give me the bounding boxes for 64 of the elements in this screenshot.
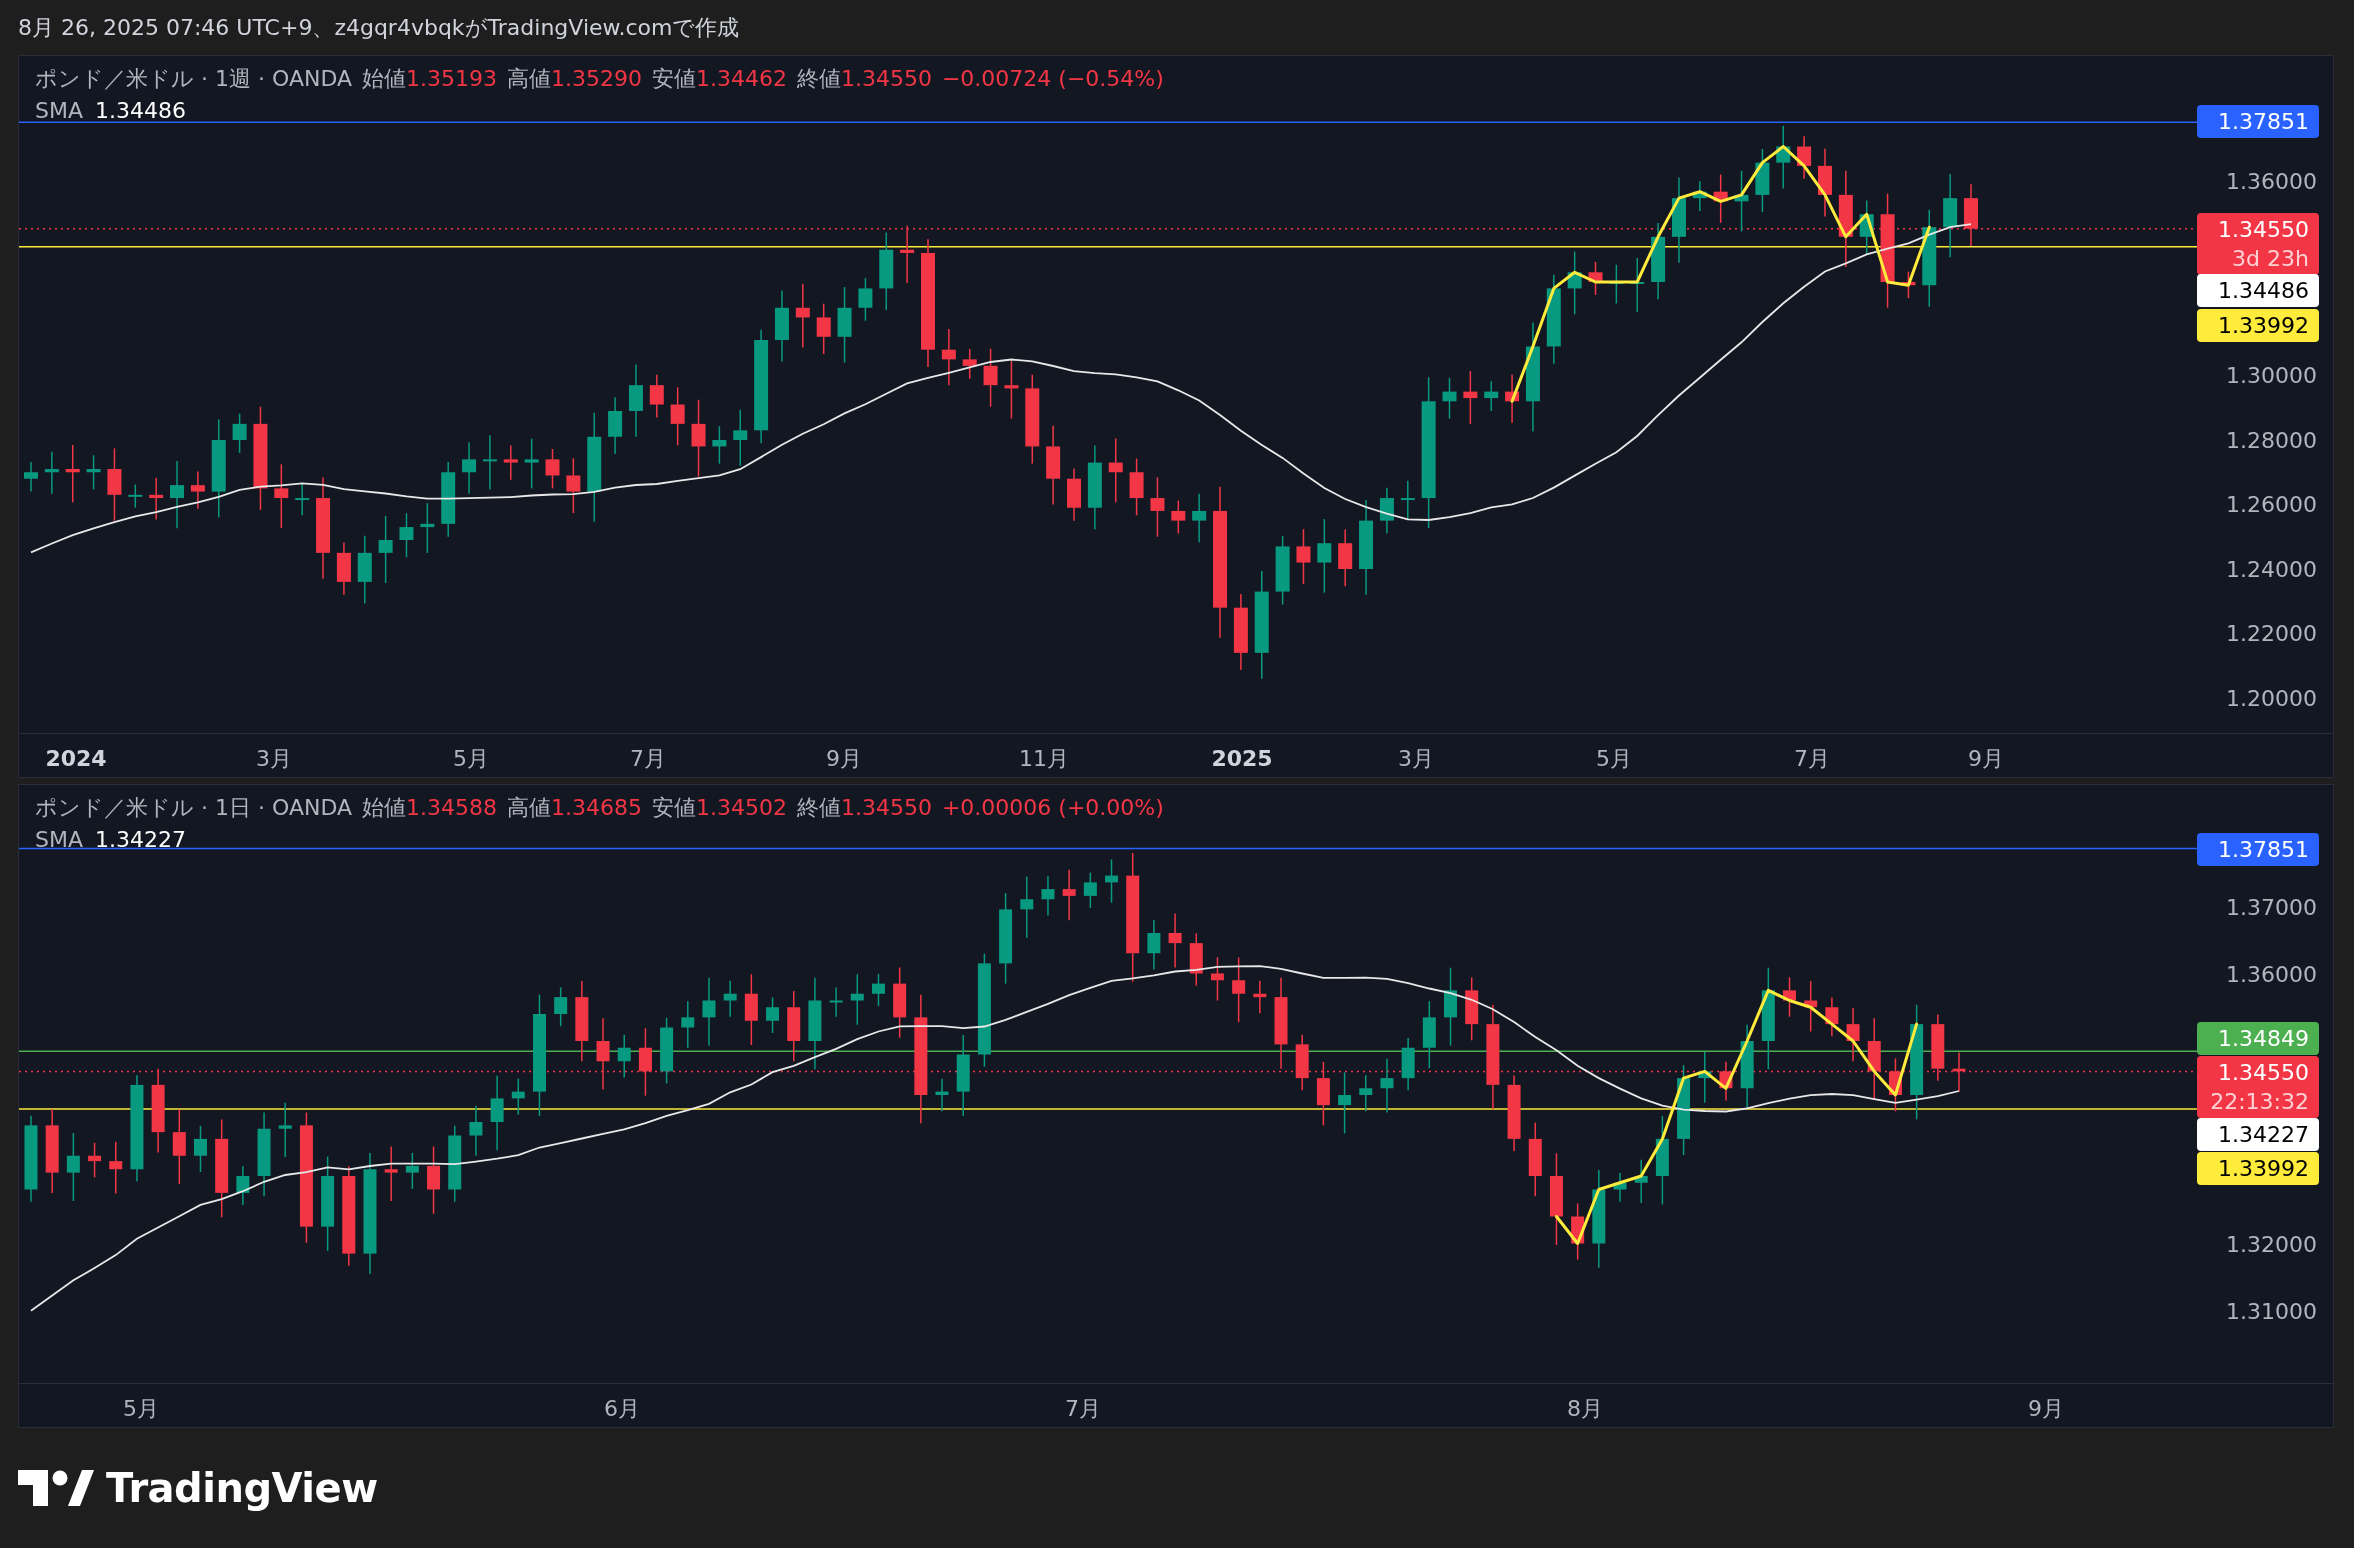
field-value: 1.35290 [551,65,642,93]
price-label: 1.34550 [2218,216,2309,244]
chart-caption: 8月 26, 2025 07:46 UTC+9、z4gqr4vbqkがTradingView.comで作成 [18,14,740,42]
time-axis-label: 7月 [1065,1395,1101,1423]
countdown-label: 3d 23h [2232,245,2309,273]
time-axis-label: 7月 [1794,745,1830,773]
time-axis-label: 8月 [1567,1395,1603,1423]
time-axis-label: 5月 [123,1395,159,1423]
time-axis-label: 3月 [1398,745,1434,773]
countdown-label: 22:13:32 [2210,1088,2309,1116]
price-axis-label: 1.36000 [2226,168,2317,196]
time-axis-label: 5月 [453,745,489,773]
field-label: 終値 [796,65,841,93]
time-axis-label: 2025 [1211,745,1273,773]
time-axis-label: 7月 [630,745,666,773]
indicator-label: SMA [35,97,83,125]
field-label: 始値 [362,65,406,93]
price-label: 1.34550 [2218,1059,2309,1087]
price-axis-label: 1.24000 [2226,555,2317,584]
field-label: 安値 [651,794,696,822]
indicator-value: 1.34227 [95,826,186,854]
price-label: 1.34486 [2218,277,2309,305]
time-axis-label: 6月 [604,1395,640,1423]
field-value: 1.34588 [406,794,497,822]
field-label: 終値 [796,794,841,822]
symbol-title: ポンド／米ドル · 1週 · OANDA [35,65,352,93]
field-value: 1.34685 [551,794,642,822]
change-value: −0.00724 (−0.54%) [941,65,1164,93]
price-axis-label: 1.31000 [2226,1298,2317,1326]
time-axis-label: 3月 [256,745,292,773]
price-label: 1.37851 [2218,108,2309,136]
logo-text: TradingView [106,1464,378,1513]
price-label: 1.33992 [2218,1155,2309,1183]
price-axis-label: 1.32000 [2226,1231,2317,1259]
time-axis-label: 9月 [1968,745,2004,773]
price-label: 1.33992 [2218,312,2309,340]
price-axis-label: 1.22000 [2226,620,2317,648]
field-value: 1.34502 [695,794,787,822]
price-label: 1.34227 [2218,1121,2309,1149]
price-label: 1.37851 [2218,836,2309,864]
price-label: 1.34849 [2218,1025,2309,1053]
field-value: 1.34550 [840,65,932,93]
time-axis-label: 9月 [2028,1395,2064,1423]
field-label: 高値 [507,65,551,93]
field-value: 1.35193 [406,65,497,93]
price-axis-label: 1.28000 [2226,426,2317,455]
price-axis-label: 1.30000 [2226,362,2317,390]
symbol-title: ポンド／米ドル · 1日 · OANDA [35,794,352,822]
price-axis-label: 1.37000 [2226,894,2317,922]
price-axis-label: 1.20000 [2226,684,2317,713]
field-value: 1.34462 [695,65,787,93]
price-axis-label: 1.26000 [2226,491,2317,519]
time-axis-label: 2024 [45,745,107,773]
time-axis-label: 11月 [1019,745,1069,773]
price-axis-label: 1.36000 [2226,961,2317,989]
field-label: 高値 [507,794,551,822]
field-label: 始値 [362,794,406,822]
change-value: +0.00006 (+0.00%) [941,794,1164,822]
field-label: 安値 [651,65,696,93]
time-axis-label: 5月 [1596,745,1632,773]
field-value: 1.34550 [840,794,932,822]
indicator-value: 1.34486 [95,97,186,125]
indicator-label: SMA [35,826,83,854]
time-axis-label: 9月 [826,745,862,773]
